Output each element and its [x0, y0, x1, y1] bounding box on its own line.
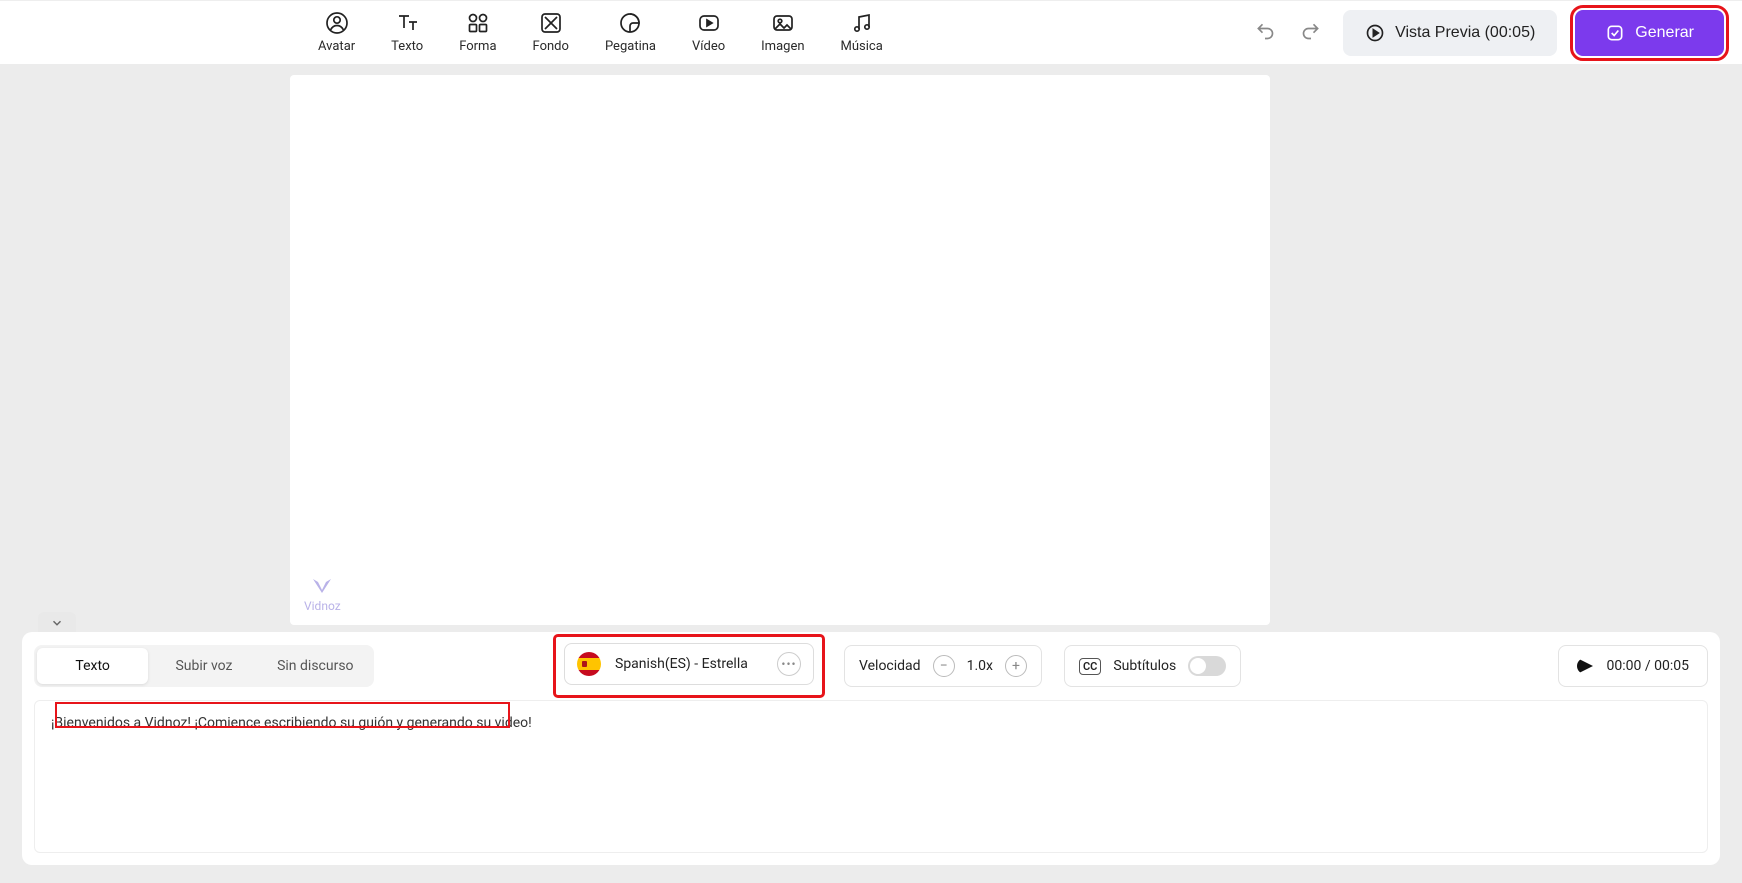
- tool-label: Pegatina: [605, 39, 656, 54]
- tab-subir-voz[interactable]: Subir voz: [148, 648, 259, 684]
- cc-icon: CC: [1079, 658, 1101, 675]
- preview-button[interactable]: Vista Previa (00:05): [1343, 10, 1557, 56]
- logo-icon: [307, 575, 337, 599]
- generate-label: Generar: [1635, 24, 1694, 42]
- generate-button[interactable]: Generar: [1575, 10, 1724, 56]
- avatar-icon: [325, 11, 349, 35]
- voice-options-button[interactable]: •••: [777, 652, 801, 676]
- speed-decrease-button[interactable]: −: [933, 655, 955, 677]
- voice-block-highlight: Spanish(ES) - Estrella •••: [556, 637, 822, 695]
- tool-music[interactable]: Música: [841, 11, 883, 54]
- tool-label: Imagen: [761, 39, 804, 54]
- tool-label: Avatar: [318, 39, 355, 54]
- play-circle-icon: [1365, 23, 1385, 43]
- sticker-icon: [618, 11, 642, 35]
- tool-label: Texto: [391, 39, 423, 54]
- tab-sin-discurso[interactable]: Sin discurso: [260, 648, 371, 684]
- watermark-text: Vidnoz: [304, 599, 341, 613]
- voice-select[interactable]: Spanish(ES) - Estrella •••: [564, 643, 814, 685]
- script-mode-tabs: Texto Subir voz Sin discurso: [34, 645, 374, 687]
- tool-label: Música: [841, 39, 883, 54]
- tool-text[interactable]: Texto: [391, 11, 423, 54]
- speed-increase-button[interactable]: +: [1005, 655, 1027, 677]
- generate-icon: [1605, 23, 1625, 43]
- undo-button[interactable]: [1251, 17, 1279, 48]
- subtitles-control: CC Subtítulos: [1064, 645, 1241, 687]
- speed-value: 1.0x: [967, 658, 993, 674]
- top-toolbar: Avatar Texto Forma Fondo Pegatina Vídeo …: [0, 0, 1742, 64]
- playback-time: 00:00 / 00:05: [1558, 645, 1708, 687]
- speed-label: Velocidad: [859, 658, 921, 674]
- watermark: Vidnoz: [304, 575, 341, 613]
- tool-image[interactable]: Imagen: [761, 11, 804, 54]
- text-icon: [395, 11, 419, 35]
- tool-sticker[interactable]: Pegatina: [605, 11, 656, 54]
- redo-button[interactable]: [1297, 17, 1325, 48]
- video-icon: [697, 11, 721, 35]
- background-icon: [539, 11, 563, 35]
- play-icon[interactable]: [1577, 658, 1593, 674]
- preview-label: Vista Previa (00:05): [1395, 24, 1535, 42]
- voice-label: Spanish(ES) - Estrella: [615, 656, 748, 672]
- canvas[interactable]: Vidnoz: [290, 75, 1270, 625]
- time-text: 00:00 / 00:05: [1607, 658, 1689, 674]
- tool-row: Avatar Texto Forma Fondo Pegatina Vídeo …: [318, 11, 883, 54]
- bottom-panel: Texto Subir voz Sin discurso Spanish(ES)…: [22, 632, 1720, 865]
- shape-icon: [466, 11, 490, 35]
- music-icon: [850, 11, 874, 35]
- script-wrap: [34, 700, 1708, 853]
- tool-video[interactable]: Vídeo: [692, 11, 725, 54]
- undo-icon: [1255, 21, 1275, 41]
- redo-icon: [1301, 21, 1321, 41]
- topbar-right: Vista Previa (00:05) Generar: [1251, 10, 1724, 56]
- image-icon: [771, 11, 795, 35]
- bottom-controls-row: Texto Subir voz Sin discurso Spanish(ES)…: [34, 642, 1708, 690]
- tool-label: Fondo: [533, 39, 569, 54]
- subtitles-label: Subtítulos: [1113, 658, 1176, 674]
- subtitles-toggle[interactable]: [1188, 656, 1226, 676]
- speed-control: Velocidad − 1.0x +: [844, 645, 1042, 687]
- tool-background[interactable]: Fondo: [533, 11, 569, 54]
- tab-texto[interactable]: Texto: [37, 648, 148, 684]
- flag-spain-icon: [577, 652, 601, 676]
- tool-avatar[interactable]: Avatar: [318, 11, 355, 54]
- tool-label: Forma: [459, 39, 496, 54]
- collapse-bottom-panel[interactable]: [38, 612, 76, 634]
- script-input[interactable]: [34, 700, 1708, 853]
- chevron-down-icon: [50, 616, 64, 630]
- tool-label: Vídeo: [692, 39, 725, 54]
- tool-shape[interactable]: Forma: [459, 11, 496, 54]
